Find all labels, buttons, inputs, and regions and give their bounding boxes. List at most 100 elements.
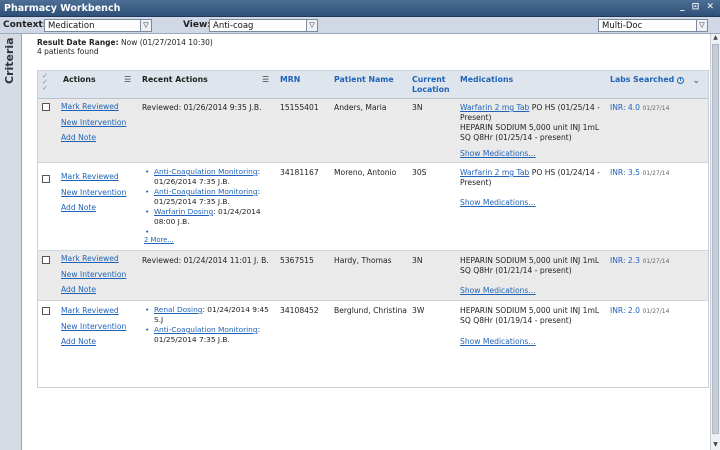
close-icon[interactable]: ✕ [706,2,716,12]
patients-found-count: 4 patients found [37,47,99,56]
medication-link[interactable]: Warfarin 2 mg Tab [460,103,529,112]
column-menu-icon[interactable]: ☰ [262,75,269,84]
multi-doc-select[interactable]: Multi-Doc ▽ [598,19,708,32]
window-title: Pharmacy Workbench [4,3,121,14]
header-medications[interactable]: Medications [460,75,513,85]
add-note-link[interactable]: Add Note [61,133,96,142]
view-select[interactable]: Anti-coag ▽ [209,19,318,32]
row-checkbox[interactable] [42,103,50,111]
more-actions-link[interactable]: 2 More... [142,235,272,245]
column-menu-icon[interactable]: ☰ [124,75,131,84]
patient-name-cell: Berglund, Christina [334,306,407,315]
location-cell: 3W [412,306,425,315]
patient-name-cell: Moreno, Antonio [334,168,397,177]
result-meta: Result Date Range: Now (01/27/2014 10:30… [37,38,213,56]
view-label: View: [183,20,211,30]
info-icon[interactable]: i [676,76,684,84]
vertical-scrollbar[interactable]: ▲ ▼ [710,34,720,450]
header-labs-searched[interactable]: Labs Searched i [610,75,684,85]
scroll-up-icon[interactable]: ▲ [711,34,720,43]
table-row: Mark Reviewed New Intervention Add Note … [38,251,708,301]
add-note-link[interactable]: Add Note [61,285,96,294]
select-all-checkmarks-icon[interactable]: ✓ ✓ ✓ [42,73,48,92]
minimize-icon[interactable]: _ [680,2,687,12]
scroll-down-icon[interactable]: ▼ [711,441,720,450]
context-select-value: Medication [48,21,95,31]
main-panel: Result Date Range: Now (01/27/2014 10:30… [23,34,710,450]
mrn-cell: 34108452 [280,306,319,315]
lab-result[interactable]: INR: 2.0 01/27/14 [610,306,669,317]
date-range-label: Result Date Range: [37,38,119,47]
new-intervention-link[interactable]: New Intervention [61,188,126,197]
lab-result[interactable]: INR: 3.5 01/27/14 [610,168,669,179]
show-medications-link[interactable]: Show Medications... [460,198,536,208]
medication-line: HEPARIN SODIUM 5,000 unit INJ 1mL SQ Q8H… [460,123,600,142]
recent-action-item: Renal Dosing: 01/24/2014 9:45 S.J [142,305,272,325]
table-row: Mark Reviewed New Intervention Add Note … [38,163,708,251]
medications-cell: Warfarin 2 mg Tab PO HS (01/25/14 - Pres… [460,103,608,143]
location-cell: 3N [412,103,423,112]
lab-result[interactable]: INR: 4.0 01/27/14 [610,103,669,114]
show-medications-link[interactable]: Show Medications... [460,337,536,347]
recent-action-item: Anti-Coagulation Monitoring: 01/26/2014 … [142,167,272,187]
mrn-cell: 5367515 [280,256,314,265]
mark-reviewed-link[interactable]: Mark Reviewed [61,102,119,111]
show-medications-link[interactable]: Show Medications... [460,286,536,296]
mrn-cell: 34181167 [280,168,319,177]
header-recent-actions: Recent Actions [142,75,208,84]
medication-link[interactable]: Warfarin 2 mg Tab [460,168,529,177]
recent-action-item [142,227,272,237]
recent-action-text: Reviewed: 01/26/2014 9:35 J.B. [142,103,262,112]
table-row: Mark Reviewed New Intervention Add Note … [38,301,708,359]
header-patient-name[interactable]: Patient Name [334,75,394,85]
new-intervention-link[interactable]: New Intervention [61,322,126,331]
recent-action-text: Reviewed: 01/24/2014 11:01 J. B. [142,256,269,265]
row-checkbox[interactable] [42,256,50,264]
lab-result[interactable]: INR: 2.3 01/27/14 [610,256,669,267]
location-cell: 30S [412,168,427,177]
header-actions: Actions [63,75,96,84]
recent-action-item: Anti-Coagulation Monitoring: 01/25/2014 … [142,187,272,207]
criteria-panel-tab[interactable]: Criteria [0,34,22,450]
chevron-down-icon[interactable]: ▽ [306,20,317,31]
row-checkbox[interactable] [42,307,50,315]
context-select[interactable]: Medication ▽ [44,19,152,32]
add-note-link[interactable]: Add Note [61,203,96,212]
medications-cell: HEPARIN SODIUM 5,000 unit INJ 1mL SQ Q8H… [460,256,600,275]
context-label: Context: [3,20,47,30]
view-select-value: Anti-coag [213,21,254,31]
mark-reviewed-link[interactable]: Mark Reviewed [61,172,119,181]
location-cell: 3N [412,256,423,265]
mrn-cell: 15155401 [280,103,319,112]
new-intervention-link[interactable]: New Intervention [61,118,126,127]
patient-name-cell: Anders, Maria [334,103,387,112]
scrollbar-thumb[interactable] [712,44,719,434]
restore-icon[interactable]: ⊡ [692,2,702,12]
medications-cell: HEPARIN SODIUM 5,000 unit INJ 1mL SQ Q8H… [460,306,600,325]
window-titlebar: Pharmacy Workbench _ ⊡ ✕ [0,0,720,17]
criteria-label: Criteria [3,37,16,84]
recent-actions-list: Anti-Coagulation Monitoring: 01/26/2014 … [142,167,272,245]
patient-grid: ✓ ✓ ✓ Actions ☰ Recent Actions ☰ MRN Patie… [37,70,709,388]
multi-doc-select-value: Multi-Doc [602,21,643,31]
collapse-chevron-icon[interactable]: ⌄ [692,76,700,86]
chevron-down-icon[interactable]: ▽ [140,20,151,31]
context-toolbar: Context: Medication ▽ View: Anti-coag ▽ … [0,17,720,34]
header-current-location[interactable]: Current Location [412,75,454,95]
mark-reviewed-link[interactable]: Mark Reviewed [61,254,119,263]
mark-reviewed-link[interactable]: Mark Reviewed [61,306,119,315]
grid-header: ✓ ✓ ✓ Actions ☰ Recent Actions ☰ MRN Patie… [38,71,708,99]
header-mrn[interactable]: MRN [280,75,300,85]
recent-action-item: Warfarin Dosing: 01/24/2014 08:00 J.B. [142,207,272,227]
medications-cell: Warfarin 2 mg Tab PO HS (01/24/14 - Pres… [460,168,600,187]
recent-action-item: Anti-Coagulation Monitoring: 01/25/2014 … [142,325,272,345]
new-intervention-link[interactable]: New Intervention [61,270,126,279]
date-range-value: Now (01/27/2014 10:30) [121,38,213,47]
chevron-down-icon[interactable]: ▽ [696,20,707,31]
patient-name-cell: Hardy, Thomas [334,256,392,265]
show-medications-link[interactable]: Show Medications... [460,149,536,159]
table-row: Mark Reviewed New Intervention Add Note … [38,99,708,163]
add-note-link[interactable]: Add Note [61,337,96,346]
row-checkbox[interactable] [42,175,50,183]
recent-actions-list: Renal Dosing: 01/24/2014 9:45 S.J Anti-C… [142,305,272,345]
